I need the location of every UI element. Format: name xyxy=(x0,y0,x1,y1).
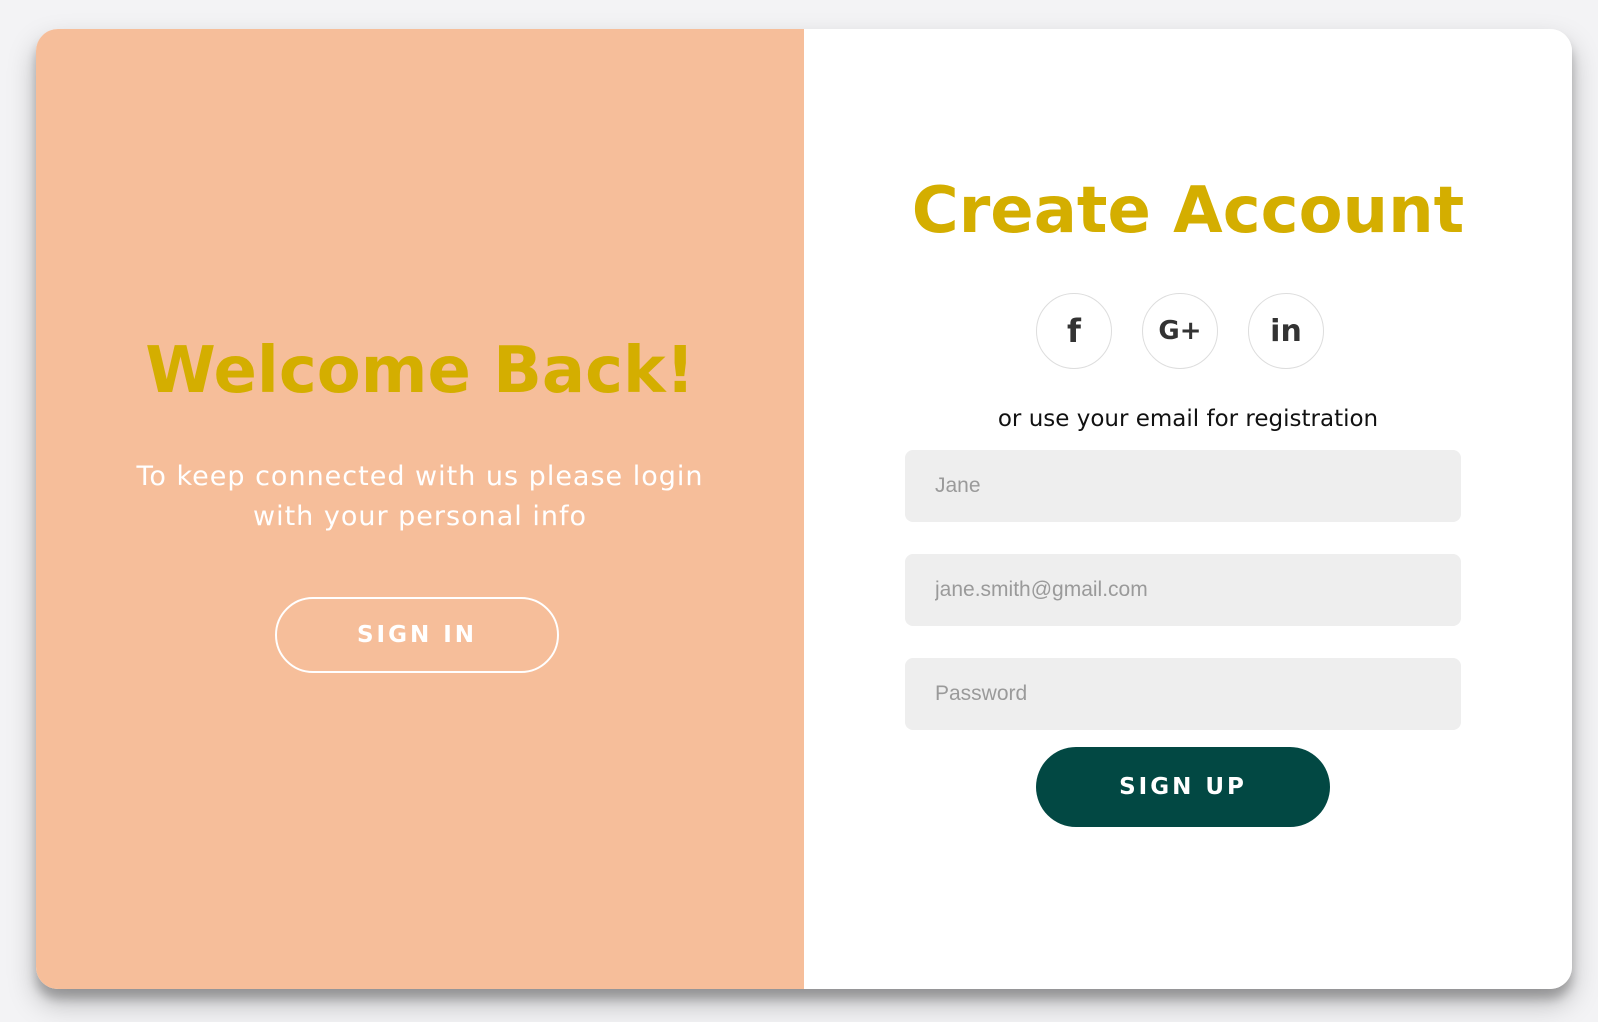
linkedin-button[interactable]: in xyxy=(1248,293,1324,369)
name-input[interactable] xyxy=(905,450,1461,522)
password-input[interactable] xyxy=(905,658,1461,730)
registration-helper-text: or use your email for registration xyxy=(997,406,1379,432)
google-plus-icon: G+ xyxy=(1158,316,1202,346)
signup-form-panel: Create Account f G+ in or use your email… xyxy=(804,29,1572,989)
facebook-icon: f xyxy=(1067,312,1081,350)
email-input[interactable] xyxy=(905,554,1461,626)
create-account-title: Create Account xyxy=(911,174,1465,248)
sign-up-button[interactable]: SIGN UP xyxy=(1036,747,1330,827)
auth-card: Welcome Back! To keep connected with us … xyxy=(36,29,1572,989)
welcome-title: Welcome Back! xyxy=(145,334,695,408)
welcome-message: To keep connected with us please login w… xyxy=(136,461,704,532)
google-plus-button[interactable]: G+ xyxy=(1142,293,1218,369)
facebook-button[interactable]: f xyxy=(1036,293,1112,369)
sign-in-button[interactable]: SIGN IN xyxy=(275,597,559,673)
overlay-panel: Welcome Back! To keep connected with us … xyxy=(36,29,804,989)
linkedin-icon: in xyxy=(1270,313,1302,349)
